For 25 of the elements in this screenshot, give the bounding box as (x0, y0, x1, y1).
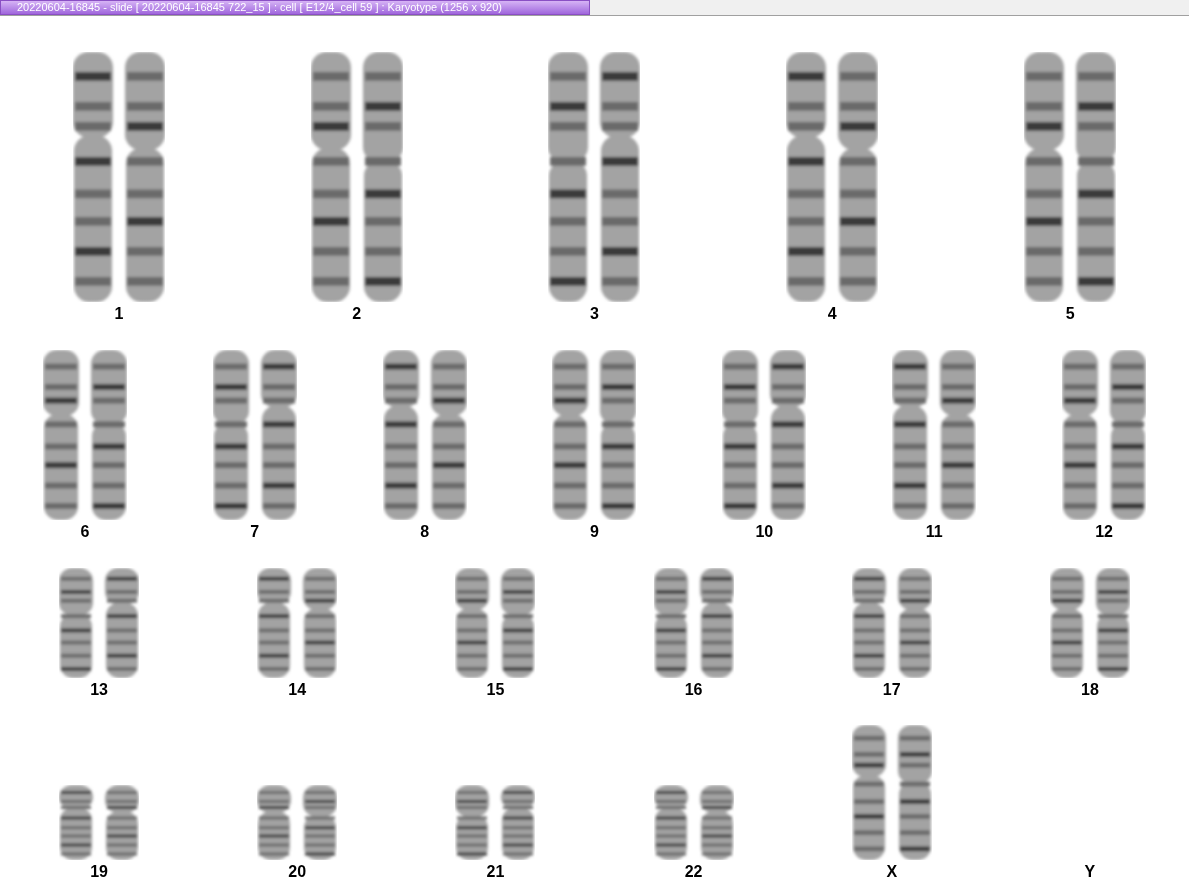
chromosome-number: 13 (90, 680, 108, 700)
chromosome-number: 20 (288, 862, 307, 882)
chromosome-number: 11 (925, 522, 943, 542)
chromosome-number: 19 (90, 862, 108, 882)
chromosome-number: 2 (352, 304, 362, 324)
chromosome-number: 12 (1095, 522, 1113, 542)
chromosome-number: 22 (684, 862, 703, 882)
chromosome-number: X (886, 862, 898, 882)
chromosome-number: 7 (250, 522, 260, 542)
chromosome-number: 9 (590, 522, 599, 542)
chromosome-number: 4 (827, 304, 837, 324)
chromosome-number: 3 (590, 304, 599, 324)
chromosome-number: 21 (486, 862, 505, 882)
chromosome-number: 15 (486, 680, 505, 700)
chromosome-number: 10 (755, 522, 774, 542)
chromosome-number: 1 (114, 304, 124, 324)
chromosome-number: 16 (684, 680, 703, 700)
chromosome-number: Y (1084, 862, 1096, 882)
chromosome-number: 8 (420, 522, 430, 542)
chromosome-number: 6 (80, 522, 90, 542)
chromosome-number: 17 (882, 680, 901, 700)
chromosome-number: 5 (1065, 304, 1075, 324)
window-title: 20220604-16845 - slide [ 20220604-16845 722_15 ] : cell [ E12/4_cell 59 ] : Karyotype (1256 x 920) (0, 0, 590, 15)
chromosome-number: 18 (1081, 680, 1099, 700)
chromosome-number: 14 (288, 680, 307, 700)
